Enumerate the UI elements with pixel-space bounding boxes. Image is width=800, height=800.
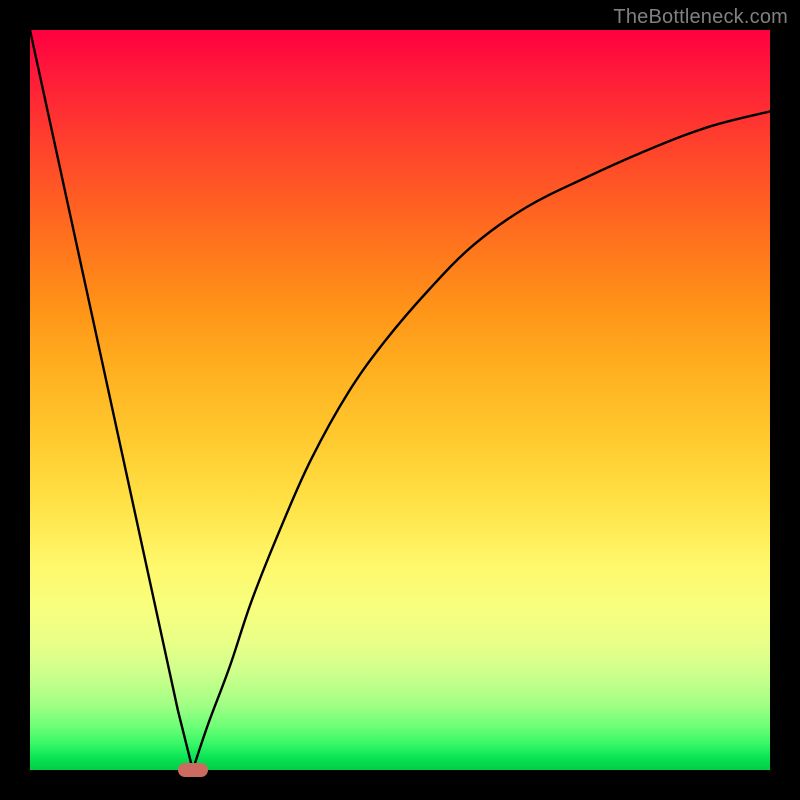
curve-left-branch <box>30 30 193 770</box>
chart-frame: TheBottleneck.com <box>0 0 800 800</box>
curve-right-branch <box>193 111 770 770</box>
attribution-text: TheBottleneck.com <box>613 6 788 29</box>
plot-area <box>30 30 770 770</box>
minimum-marker <box>178 763 208 777</box>
bottleneck-curve <box>30 30 770 770</box>
